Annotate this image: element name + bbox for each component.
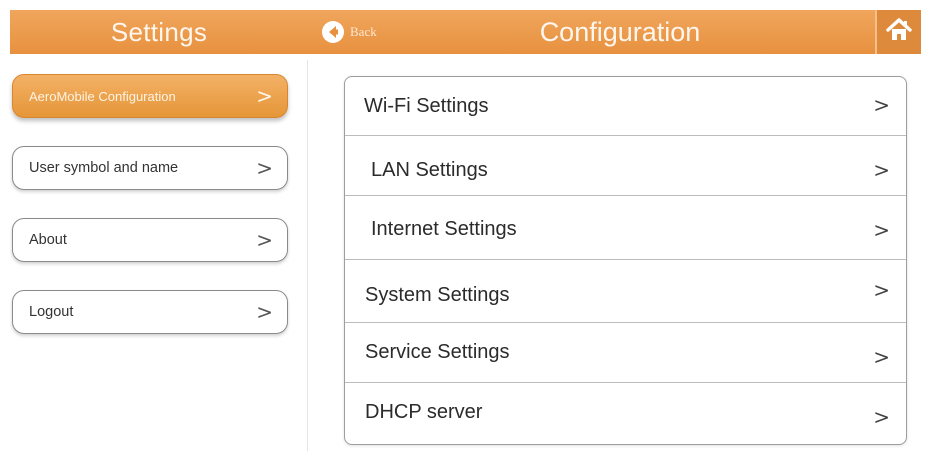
page-title: Configuration <box>539 17 701 47</box>
header-bar: Settings Back Configuration <box>10 10 921 54</box>
settings-title: Settings <box>110 17 208 47</box>
chevron-right-icon: > <box>873 278 890 302</box>
chevron-right-icon: > <box>873 218 890 242</box>
configuration-list: Wi-Fi Settings > LAN Settings > Internet… <box>344 76 907 445</box>
back-button[interactable]: Back <box>322 18 377 46</box>
config-item-service-settings[interactable]: Service Settings > <box>345 323 906 383</box>
sidebar-item-label: About <box>29 232 67 248</box>
sidebar-item-about[interactable]: About > <box>12 218 288 262</box>
back-label: Back <box>350 24 377 39</box>
config-item-label: LAN Settings <box>371 159 488 181</box>
sidebar: AeroMobile Configuration > User symbol a… <box>0 54 307 451</box>
config-item-label: Wi-Fi Settings <box>364 95 489 117</box>
home-button[interactable] <box>875 10 921 54</box>
sidebar-item-aeromobile-configuration[interactable]: AeroMobile Configuration > <box>12 74 288 118</box>
config-item-label: DHCP server <box>365 401 483 423</box>
home-icon <box>885 17 913 48</box>
app-window: Settings Back Configuration AeroMobile C… <box>0 0 931 451</box>
chevron-right-icon: > <box>256 84 273 108</box>
config-item-label: Internet Settings <box>371 218 517 240</box>
chevron-right-icon: > <box>873 345 890 369</box>
sidebar-item-label: User symbol and name <box>29 160 179 176</box>
sidebar-item-logout[interactable]: Logout > <box>12 290 288 334</box>
chevron-right-icon: > <box>256 156 273 180</box>
chevron-right-icon: > <box>256 228 273 252</box>
chevron-right-icon: > <box>256 300 273 324</box>
config-item-internet-settings[interactable]: Internet Settings > <box>345 196 906 260</box>
config-item-system-settings[interactable]: System Settings > <box>345 260 906 323</box>
chevron-right-icon: > <box>873 158 890 182</box>
sidebar-divider <box>307 60 308 451</box>
sidebar-item-user-symbol-and-name[interactable]: User symbol and name > <box>12 146 288 190</box>
chevron-right-icon: > <box>873 93 890 117</box>
chevron-right-icon: > <box>873 405 890 429</box>
back-arrow-icon <box>322 21 344 43</box>
config-item-dhcp-server[interactable]: DHCP server > <box>345 383 906 443</box>
sidebar-item-label: AeroMobile Configuration <box>29 88 176 104</box>
config-item-wifi-settings[interactable]: Wi-Fi Settings > <box>345 77 906 136</box>
config-item-label: Service Settings <box>365 341 510 363</box>
sidebar-item-label: Logout <box>29 304 74 320</box>
config-item-label: System Settings <box>365 284 510 306</box>
config-item-lan-settings[interactable]: LAN Settings > <box>345 136 906 196</box>
